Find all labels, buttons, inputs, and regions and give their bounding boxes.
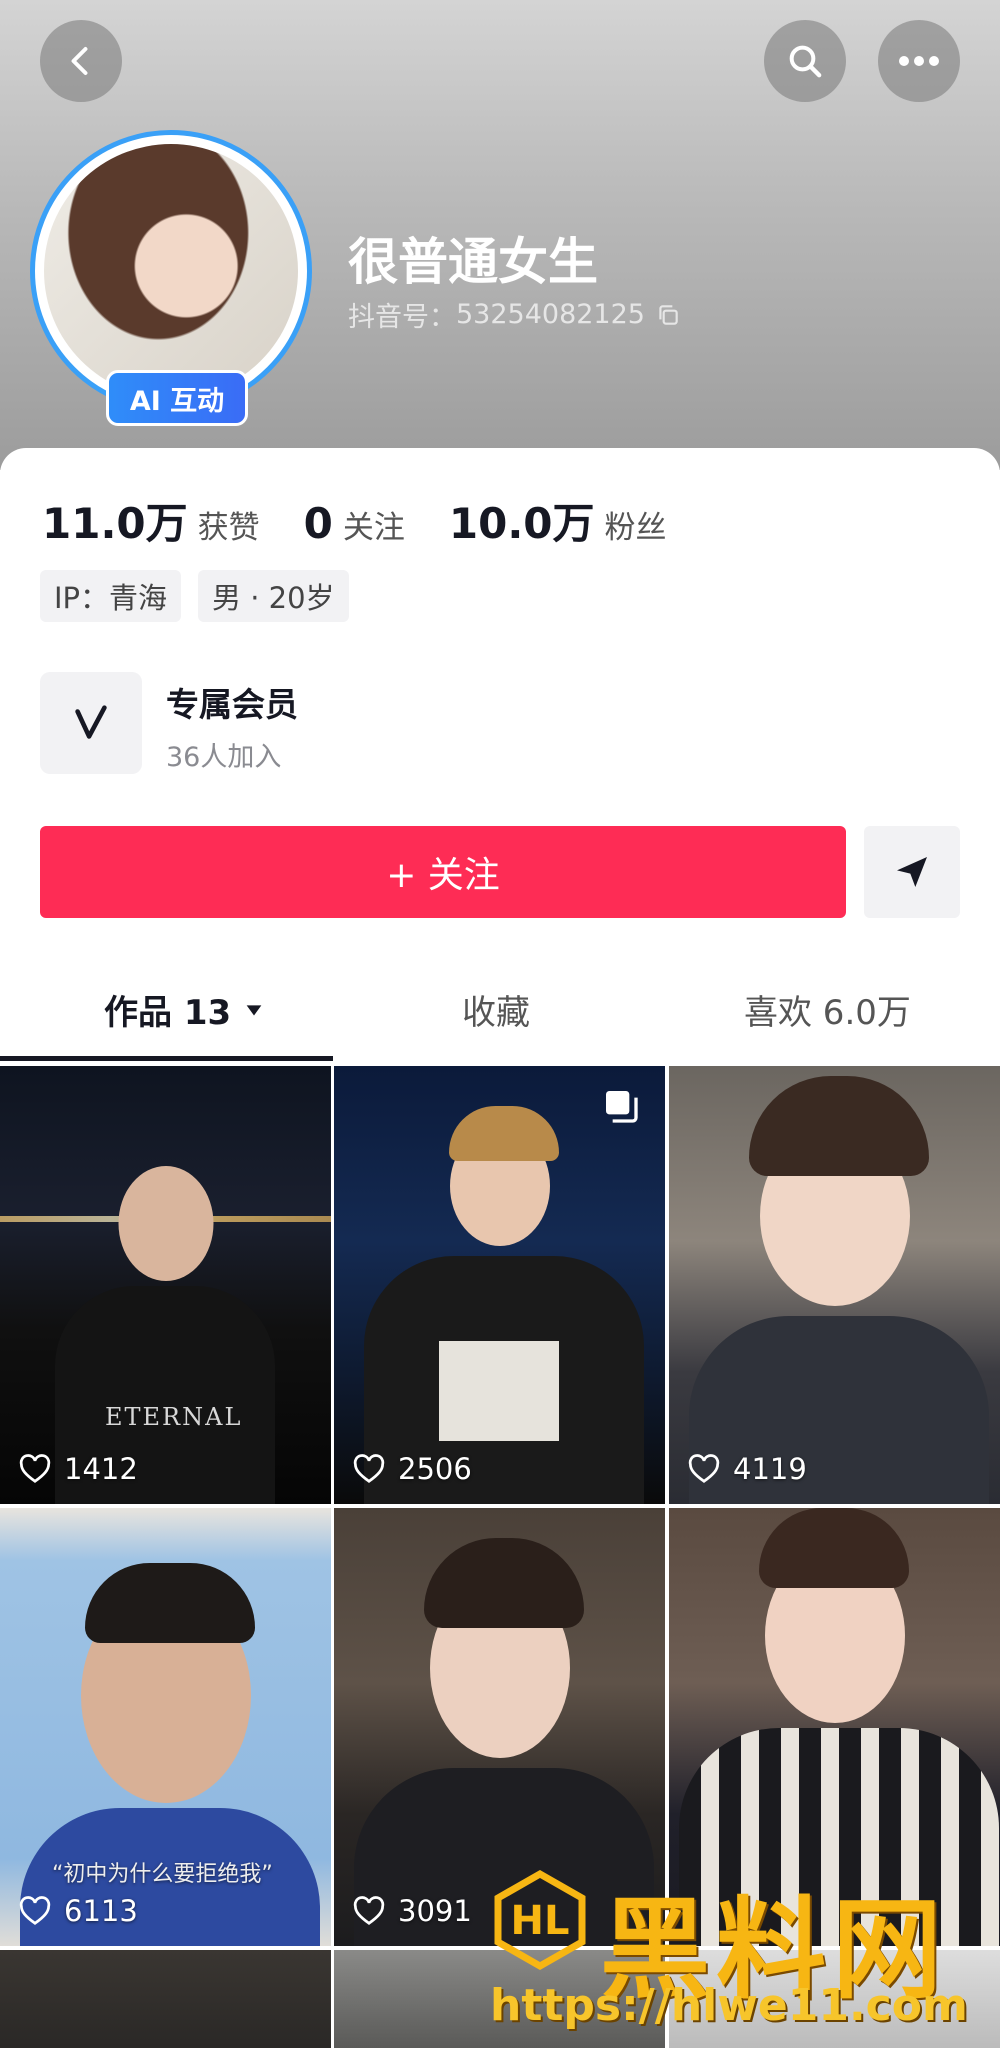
- heart-icon: [353, 1454, 385, 1483]
- watermark-logo-icon: HL: [494, 1870, 586, 1970]
- membership-icon-box[interactable]: [40, 672, 142, 774]
- video-thumbnail[interactable]: [0, 1950, 331, 2048]
- hoodie-print: [439, 1341, 559, 1441]
- video-likes: 4119: [687, 1452, 807, 1486]
- tab-favorites[interactable]: 收藏: [462, 985, 530, 1034]
- watermark: HL 黑料网 https://hlwe11.com: [490, 1860, 990, 2045]
- profile-name: 很普通女生: [348, 233, 598, 291]
- account-id-row: 抖音号： 53254082125: [348, 295, 681, 334]
- face: [118, 1166, 213, 1281]
- video-likes-count: 3091: [398, 1894, 472, 1928]
- search-icon: [789, 45, 822, 78]
- search-button[interactable]: [764, 20, 846, 102]
- hair: [449, 1106, 559, 1161]
- hair: [85, 1563, 255, 1643]
- watermark-url: https://hlwe11.com: [490, 1980, 968, 2031]
- caret-down-icon: [246, 1004, 262, 1015]
- tab-works-label: 作品 13: [104, 993, 232, 1033]
- heart-icon: [19, 1454, 51, 1483]
- shirt-text: ETERNAL: [105, 1403, 243, 1431]
- video-thumbnail[interactable]: “初中为什么要拒绝我” 6113: [0, 1508, 331, 1946]
- video-likes: 6113: [18, 1894, 138, 1928]
- more-dots-icon: [899, 56, 939, 66]
- ip-location-tag: IP：青海: [40, 570, 182, 622]
- account-id-value: 53254082125: [456, 299, 645, 330]
- video-caption: “初中为什么要拒绝我”: [52, 1862, 273, 1887]
- video-likes-count: 6113: [64, 1894, 138, 1928]
- multi-image-icon: [606, 1091, 638, 1123]
- video-likes-count: 2506: [398, 1452, 472, 1486]
- copy-icon[interactable]: [655, 302, 681, 328]
- stat-likes-label: 获赞: [197, 510, 260, 546]
- active-tab-indicator: [0, 1056, 333, 1061]
- video-likes: 1412: [18, 1452, 138, 1486]
- chevron-left-icon: [71, 47, 88, 75]
- stat-followers-label: 粉丝: [604, 510, 667, 546]
- membership-subtitle: 36人加入: [166, 742, 282, 773]
- back-button[interactable]: [40, 20, 122, 102]
- stat-following-value[interactable]: 0: [304, 499, 333, 548]
- stats-row: 11.0万 获赞 0 关注 10.0万 粉丝: [42, 490, 711, 551]
- ai-interaction-badge[interactable]: AI 互动: [106, 370, 248, 426]
- heart-icon: [353, 1896, 385, 1925]
- avatar-photo: [44, 144, 298, 398]
- video-likes-count: 1412: [64, 1452, 138, 1486]
- tab-works[interactable]: 作品 13: [104, 985, 265, 1034]
- avatar[interactable]: AI 互动: [30, 130, 320, 426]
- video-likes: 3091: [352, 1894, 472, 1928]
- svg-text:HL: HL: [511, 1898, 570, 1944]
- video-likes-count: 4119: [733, 1452, 807, 1486]
- video-thumbnail[interactable]: ETERNAL 1412: [0, 1066, 331, 1504]
- hair: [749, 1076, 929, 1176]
- v-logo-icon: [75, 705, 107, 739]
- hair: [759, 1508, 909, 1588]
- membership-title[interactable]: 专属会员: [166, 678, 298, 726]
- follow-button[interactable]: + 关注: [40, 826, 846, 918]
- heart-icon: [19, 1896, 51, 1925]
- send-message-button[interactable]: [864, 826, 960, 918]
- heart-icon: [688, 1454, 720, 1483]
- video-likes: 2506: [352, 1452, 472, 1486]
- more-button[interactable]: [878, 20, 960, 102]
- stat-following-label: 关注: [342, 510, 405, 546]
- video-thumbnail[interactable]: 2506: [334, 1066, 665, 1504]
- stat-likes-value[interactable]: 11.0万: [42, 490, 188, 551]
- send-icon: [897, 857, 927, 887]
- gender-age-tag: 男 · 20岁: [198, 570, 349, 622]
- video-thumbnail[interactable]: 4119: [669, 1066, 1000, 1504]
- hair: [424, 1538, 584, 1628]
- tab-liked[interactable]: 喜欢 6.0万: [744, 985, 911, 1034]
- account-id-label: 抖音号：: [348, 302, 456, 333]
- stat-followers-value[interactable]: 10.0万: [449, 490, 595, 551]
